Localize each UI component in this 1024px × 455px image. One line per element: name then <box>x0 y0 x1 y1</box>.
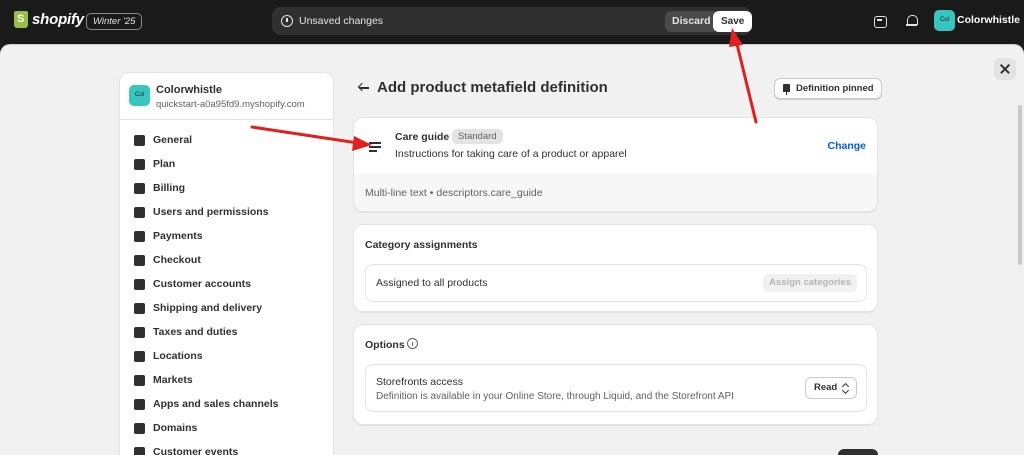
settings-nav: General Plan Billing Users and permissio… <box>120 120 333 455</box>
page-title: Add product metafield definition <box>377 79 608 96</box>
assigned-text: Assigned to all products <box>376 277 488 289</box>
globe-icon <box>134 374 145 386</box>
users-icon <box>134 206 145 218</box>
unsaved-text: Unsaved changes <box>299 15 384 27</box>
sidebar-item-users[interactable]: Users and permissions <box>120 200 333 224</box>
edition-badge[interactable]: Winter '25 <box>86 13 143 30</box>
options-card-title: Options <box>365 339 405 351</box>
apps-icon <box>134 398 145 410</box>
shopify-logo[interactable]: shopify <box>14 11 84 28</box>
assign-categories-button[interactable]: Assign categories <box>763 274 857 292</box>
definition-name: Care guide <box>395 131 450 143</box>
back-arrow-icon[interactable] <box>358 80 370 94</box>
sidebar-item-customer-accounts[interactable]: Customer accounts <box>120 272 333 296</box>
sidebar-item-plan[interactable]: Plan <box>120 152 333 176</box>
sidebar-item-label: Apps and sales channels <box>153 398 279 410</box>
sidebar-item-label: Taxes and duties <box>153 326 238 338</box>
definition-description: Instructions for taking care of a produc… <box>395 148 627 160</box>
alert-icon <box>281 15 293 27</box>
sidebar-item-label: Customer events <box>153 446 239 455</box>
sidebar-item-apps[interactable]: Apps and sales channels <box>120 392 333 416</box>
unsaved-changes-bar: Unsaved changes Discard Save <box>272 7 753 35</box>
sidebar-item-label: Locations <box>153 350 203 362</box>
logo-text: shopify <box>32 11 84 28</box>
billing-icon <box>134 182 145 194</box>
change-link[interactable]: Change <box>827 140 866 152</box>
shopify-bag-icon <box>14 11 28 28</box>
events-icon <box>134 446 145 455</box>
options-card: Options Storefronts access Definition is… <box>353 324 878 425</box>
text-lines-icon <box>369 142 381 152</box>
sidebar-item-label: Billing <box>153 182 186 194</box>
bell-icon[interactable] <box>904 13 920 29</box>
storefront-access-box: Storefronts access Definition is availab… <box>365 364 867 412</box>
standard-badge: Standard <box>452 129 503 144</box>
definition-pinned-button[interactable]: Definition pinned <box>774 78 882 99</box>
store-url: quickstart-a0a95fd9.myshopify.com <box>156 99 305 110</box>
sidebar-item-customer-events[interactable]: Customer events <box>120 440 333 455</box>
sidebar-item-label: Customer accounts <box>153 278 252 290</box>
storefront-access-description: Definition is available in your Online S… <box>376 391 734 402</box>
sidebar-item-taxes[interactable]: Taxes and duties <box>120 320 333 344</box>
storefront-access-title: Storefronts access <box>376 376 463 388</box>
access-select[interactable]: Read <box>805 377 857 399</box>
sidebar-item-domains[interactable]: Domains <box>120 416 333 440</box>
pin-icon <box>783 84 790 95</box>
close-button[interactable] <box>994 58 1016 80</box>
category-assignments-card: Category assignments Assigned to all pro… <box>353 224 878 312</box>
location-icon <box>134 350 145 362</box>
store-avatar: Col <box>129 85 150 106</box>
sidebar-item-label: Markets <box>153 374 193 386</box>
access-select-value: Read <box>814 382 838 393</box>
scrollbar[interactable] <box>1018 105 1022 265</box>
settings-sidebar: Col Colorwhistle quickstart-a0a95fd9.mys… <box>119 72 334 455</box>
store-card[interactable]: Col Colorwhistle quickstart-a0a95fd9.mys… <box>120 73 333 120</box>
definition-card: Care guide Standard Instructions for tak… <box>353 117 878 212</box>
select-chevron-icon <box>842 383 848 393</box>
store-name: Colorwhistle <box>156 84 223 96</box>
plan-icon <box>134 158 145 170</box>
payments-icon <box>134 230 145 242</box>
tax-icon <box>134 326 145 338</box>
sidebar-item-label: Payments <box>153 230 203 242</box>
category-assignment-box: Assigned to all products Assign categori… <box>365 264 867 302</box>
sidebar-item-label: General <box>153 134 193 146</box>
category-card-title: Category assignments <box>365 239 478 251</box>
sidebar-item-billing[interactable]: Billing <box>120 176 333 200</box>
bottom-action-button[interactable] <box>838 449 878 455</box>
definition-type-key: Multi-line text • descriptors.care_guide <box>365 187 543 199</box>
top-bar: shopify Winter '25 Unsaved changes Disca… <box>0 0 1024 42</box>
save-button[interactable]: Save <box>713 11 753 32</box>
sidebar-item-label: Plan <box>153 158 176 170</box>
store-icon <box>134 134 145 146</box>
info-icon[interactable] <box>407 338 418 349</box>
sidebar-item-checkout[interactable]: Checkout <box>120 248 333 272</box>
definition-footer: Multi-line text • descriptors.care_guide <box>354 174 877 211</box>
store-name-button[interactable]: Colorwhistle <box>957 14 1020 26</box>
sidebar-item-general[interactable]: General <box>120 128 333 152</box>
discard-button[interactable]: Discard <box>665 11 718 32</box>
sidebar-item-label: Users and permissions <box>153 206 269 218</box>
sidebar-item-label: Shipping and delivery <box>153 302 263 314</box>
globe-icon <box>134 422 145 434</box>
truck-icon <box>134 302 145 314</box>
person-icon <box>134 278 145 290</box>
store-avatar[interactable]: Col <box>934 10 955 31</box>
sidekick-icon[interactable] <box>872 13 888 29</box>
sidebar-item-markets[interactable]: Markets <box>120 368 333 392</box>
sidebar-item-shipping[interactable]: Shipping and delivery <box>120 296 333 320</box>
sidebar-item-label: Checkout <box>153 254 201 266</box>
sidebar-item-locations[interactable]: Locations <box>120 344 333 368</box>
cart-icon <box>134 254 145 266</box>
pin-label: Definition pinned <box>796 83 874 94</box>
sidebar-item-payments[interactable]: Payments <box>120 224 333 248</box>
sidebar-item-label: Domains <box>153 422 198 434</box>
